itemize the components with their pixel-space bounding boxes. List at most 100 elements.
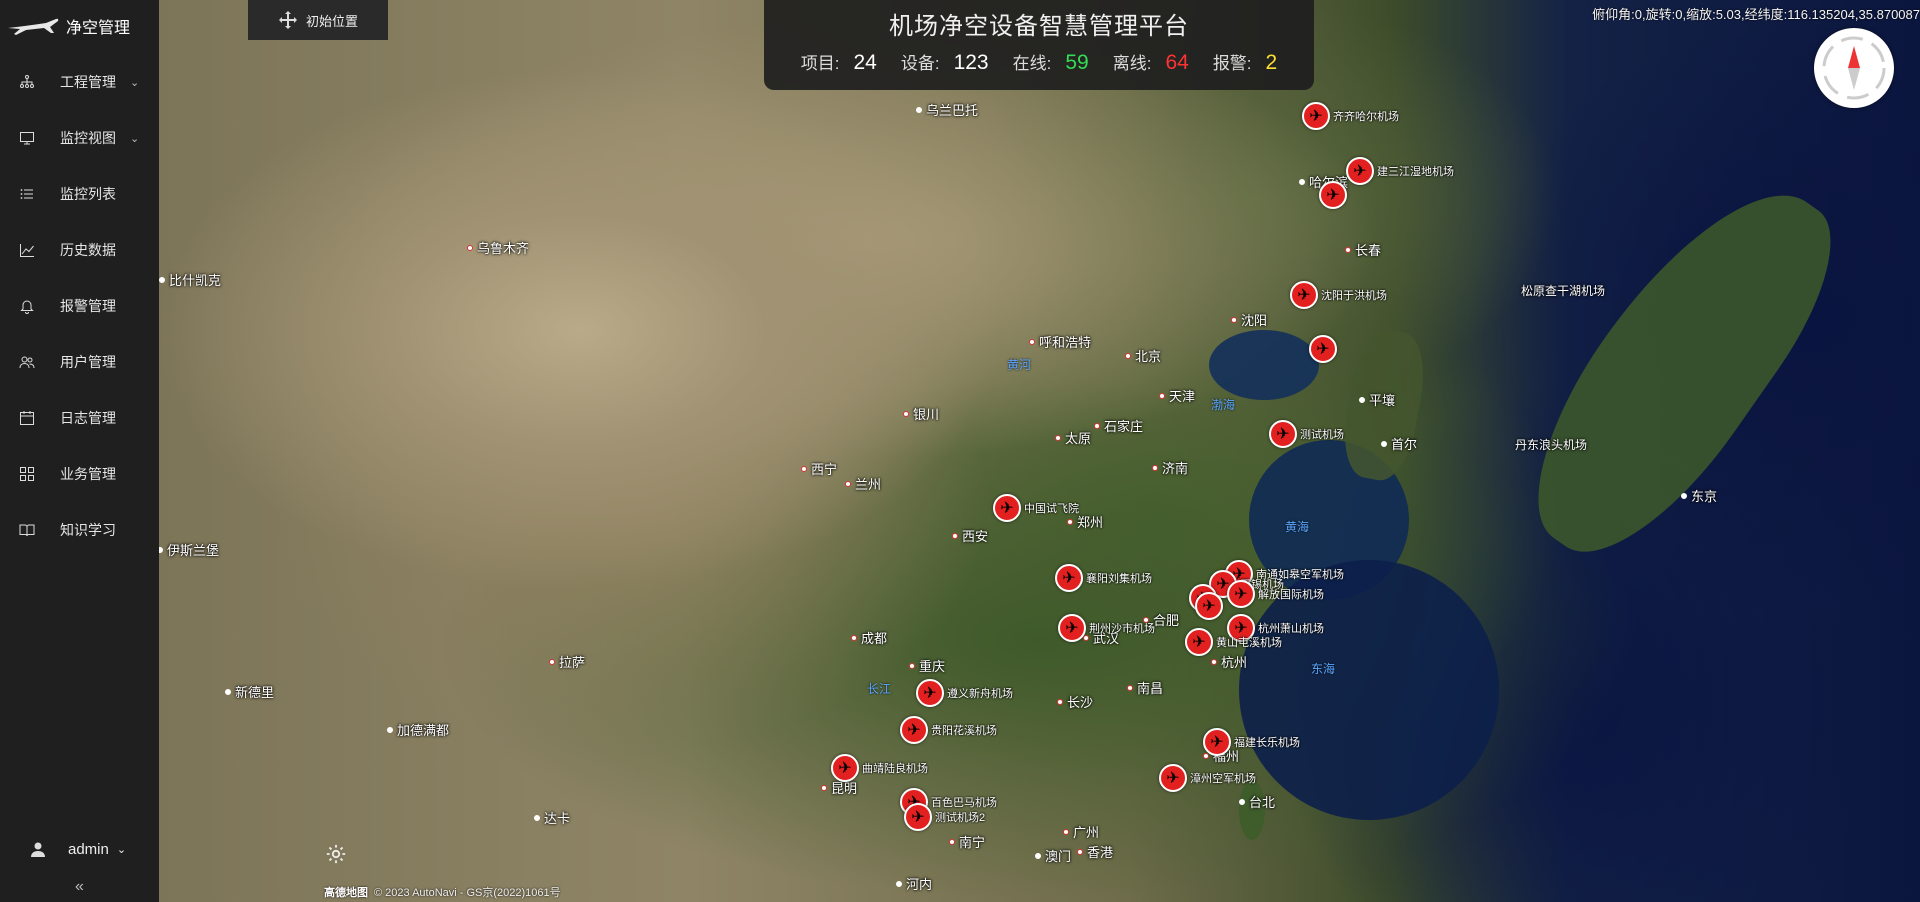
sidebar: 净空管理 工程管理 ⌄ 监控视图 ⌄ 监控列表 历史数据 报警管理 用户管理 日… <box>0 0 159 902</box>
collapse-sidebar-button[interactable]: « <box>0 878 159 896</box>
menu-item-alarm[interactable]: 报警管理 <box>0 278 159 334</box>
map-copyright: © 2023 AutoNavi - GS京(2022)1061号 <box>374 887 561 899</box>
menu-item-label: 知识学习 <box>60 522 116 538</box>
city-label: 达卡 <box>534 808 570 827</box>
airport-marker[interactable]: ✈ 齐齐哈尔机场 <box>1302 102 1399 130</box>
airport-marker[interactable]: ✈ 中国试飞院 <box>993 494 1079 522</box>
airplane-icon: ✈ <box>1055 564 1083 592</box>
airport-marker[interactable]: ✈ 沈阳于洪机场 <box>1290 281 1387 309</box>
airport-marker[interactable]: ✈ 解放国际机场 <box>1227 580 1324 608</box>
sea-label: 东海 <box>1311 662 1336 676</box>
gear-icon[interactable] <box>325 843 347 865</box>
map-label: 松原查干湖机场 <box>1521 284 1606 298</box>
airplane-icon: ✈ <box>900 716 928 744</box>
airport-marker[interactable]: ✈ <box>1309 335 1337 363</box>
stat-alarm: 报警: 2 <box>1212 51 1278 74</box>
menu-item-label: 历史数据 <box>60 242 116 258</box>
airplane-icon: ✈ <box>904 803 932 831</box>
airport-marker[interactable]: ✈ 测试机场2 <box>904 803 985 831</box>
menu-item-users[interactable]: 用户管理 <box>0 334 159 390</box>
map-label: 丹东浪头机场 <box>1515 438 1588 452</box>
airplane-icon: ✈ <box>1309 335 1337 363</box>
airport-marker[interactable]: ✈ 曲靖陆良机场 <box>831 754 928 782</box>
city-label: 济南 <box>1152 458 1188 477</box>
list-icon <box>18 185 36 203</box>
city-label: 伊斯兰堡 <box>159 540 219 559</box>
calendar-icon <box>18 409 36 427</box>
bell-icon <box>18 297 36 315</box>
city-label: 河内 <box>896 874 932 893</box>
japan-islands <box>1494 152 1866 588</box>
menu-item-project[interactable]: 工程管理 ⌄ <box>0 54 159 110</box>
city-label: 石家庄 <box>1094 416 1143 435</box>
stat-devices: 设备: 123 <box>900 51 989 74</box>
sea-label: 渤海 <box>1211 398 1236 412</box>
city-label: 长春 <box>1345 240 1381 259</box>
city-label: 首尔 <box>1381 434 1417 453</box>
menu-item-knowledge[interactable]: 知识学习 <box>0 502 159 558</box>
map-attribution: 高德地图 © 2023 AutoNavi - GS京(2022)1061号 <box>324 884 561 900</box>
airport-marker[interactable]: ✈ 福建长乐机场 <box>1203 728 1300 756</box>
menu-item-label: 工程管理 <box>60 74 116 90</box>
user-menu[interactable]: admin ⌄ <box>0 834 159 864</box>
city-label: 银川 <box>903 404 939 423</box>
airplane-icon: ✈ <box>831 754 859 782</box>
city-label: 台北 <box>1239 792 1275 811</box>
river-label: 黄河 <box>1007 358 1032 372</box>
airplane-icon: ✈ <box>993 494 1021 522</box>
airport-marker[interactable]: ✈ 测试机场 <box>1269 420 1344 448</box>
city-label: 成都 <box>851 628 887 647</box>
stats-row: 项目: 24 设备: 123 在线: 59 离线: 64 报警: 2 <box>764 49 1314 75</box>
airplane-icon: ✈ <box>1058 614 1086 642</box>
city-label: 重庆 <box>909 656 945 675</box>
brand[interactable]: 净空管理 <box>0 0 159 52</box>
monitor-icon <box>18 129 36 147</box>
airport-marker[interactable]: ✈ 黄山屯溪机场 <box>1185 628 1282 656</box>
menu-item-monitor-list[interactable]: 监控列表 <box>0 166 159 222</box>
city-label: 东京 <box>1681 486 1717 505</box>
reset-position-button[interactable]: 初始位置 <box>248 0 388 40</box>
city-label: 南昌 <box>1127 678 1163 697</box>
airport-marker[interactable]: ✈ 建三江湿地机场 <box>1346 157 1454 185</box>
menu-item-history[interactable]: 历史数据 <box>0 222 159 278</box>
airport-marker[interactable]: ✈ 襄阳刘集机场 <box>1055 564 1152 592</box>
airplane-icon: ✈ <box>916 679 944 707</box>
menu-item-label: 监控列表 <box>60 186 116 202</box>
menu-item-business[interactable]: 业务管理 <box>0 446 159 502</box>
satellite-map[interactable]: 乌鲁木齐 乌兰巴托 呼和浩特 北京 天津 石家庄 太原 济南 银川 西宁 兰州 … <box>159 0 1920 902</box>
stat-projects: 项目: 24 <box>800 51 877 74</box>
line-chart-icon <box>18 241 36 259</box>
menu-item-log[interactable]: 日志管理 <box>0 390 159 446</box>
chevron-down-icon: ⌄ <box>116 843 127 856</box>
menu-item-label: 日志管理 <box>60 410 116 426</box>
move-arrows-icon <box>278 11 297 29</box>
airplane-icon: ✈ <box>1269 420 1297 448</box>
compass-control[interactable] <box>1814 28 1894 108</box>
city-label: 加德满都 <box>387 720 449 739</box>
city-label: 比什凯克 <box>159 270 221 289</box>
city-label: 西宁 <box>801 459 837 478</box>
menu-item-monitor-view[interactable]: 监控视图 ⌄ <box>0 110 159 166</box>
airport-marker[interactable]: ✈ 遵义新舟机场 <box>916 679 1013 707</box>
airplane-logo-icon <box>8 18 59 35</box>
city-label: 西安 <box>952 526 988 545</box>
city-label: 广州 <box>1063 822 1099 841</box>
city-label: 平壤 <box>1359 390 1395 409</box>
airport-marker[interactable]: ✈ 荆州沙市机场 <box>1058 614 1155 642</box>
city-label: 天津 <box>1159 386 1195 405</box>
river-label: 长江 <box>867 682 892 696</box>
airport-marker[interactable]: ✈ <box>1319 181 1347 209</box>
airplane-icon: ✈ <box>1227 580 1255 608</box>
airport-marker[interactable]: ✈ <box>1195 592 1223 620</box>
book-icon <box>18 521 36 539</box>
city-label: 拉萨 <box>549 652 585 671</box>
city-label: 乌鲁木齐 <box>467 238 529 257</box>
amap-logo: 高德地图 <box>324 887 368 899</box>
airport-marker[interactable]: ✈ 贵阳花溪机场 <box>900 716 997 744</box>
stat-offline: 离线: 64 <box>1112 51 1189 74</box>
users-icon <box>18 353 36 371</box>
airport-marker[interactable]: ✈ 漳州空军机场 <box>1159 764 1256 792</box>
menu-item-label: 监控视图 <box>60 130 116 146</box>
reset-position-label: 初始位置 <box>305 13 358 29</box>
app-title: 净空管理 <box>66 20 131 37</box>
